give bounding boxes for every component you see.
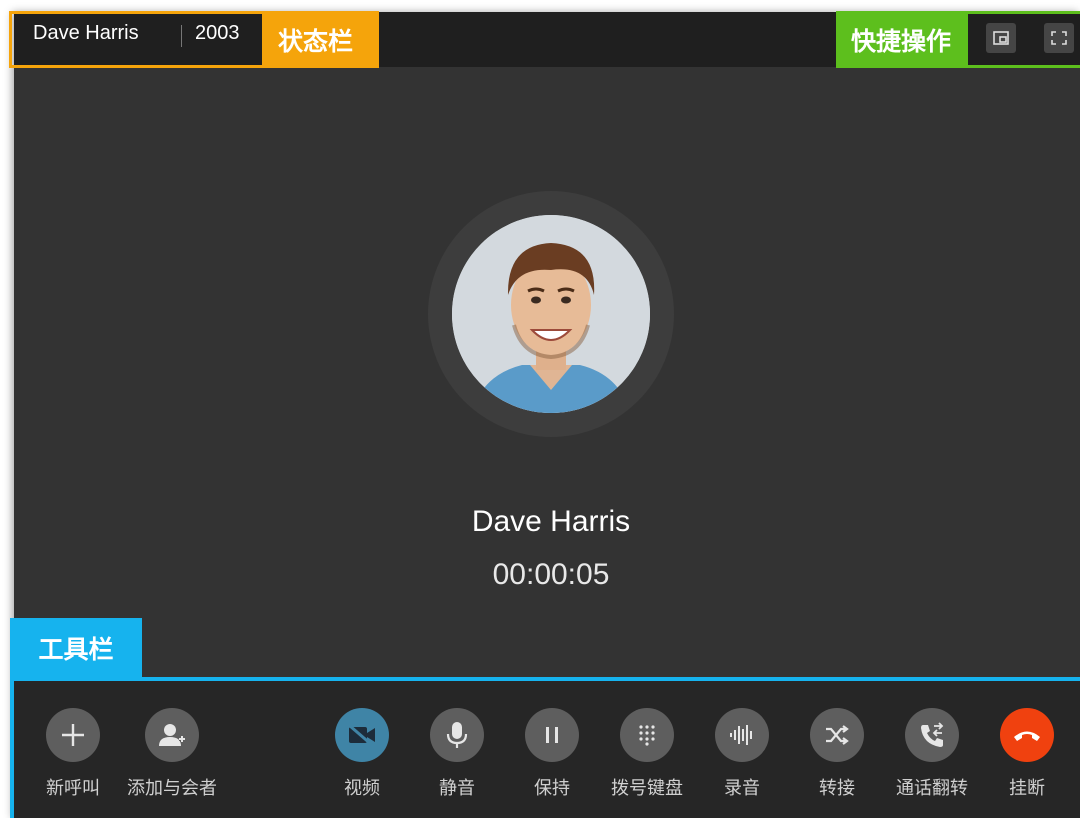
microphone-icon	[446, 722, 468, 748]
dialpad-label: 拨号键盘	[611, 778, 683, 798]
hold-label: 保持	[534, 778, 570, 798]
toolbar-highlight-left	[10, 677, 14, 818]
hold-button[interactable]: 保持	[507, 708, 597, 800]
status-separator	[181, 25, 182, 47]
plus-icon	[62, 724, 84, 746]
call-flip-label: 通话翻转	[896, 778, 968, 798]
transfer-label: 转接	[819, 778, 855, 798]
add-participant-icon	[159, 724, 185, 746]
picture-in-picture-button[interactable]	[986, 23, 1016, 53]
status-caller-name: Dave Harris	[33, 22, 139, 44]
fullscreen-button[interactable]	[1044, 23, 1074, 53]
status-bar-annotation: 状态栏	[262, 11, 379, 68]
callee-name: Dave Harris	[471, 505, 631, 538]
call-flip-button[interactable]: 通话翻转	[887, 708, 977, 800]
video-circle	[335, 708, 389, 762]
mute-button[interactable]: 静音	[412, 708, 502, 800]
quick-actions-annotation: 快捷操作	[836, 11, 966, 68]
hang-up-icon	[1014, 731, 1040, 741]
record-button[interactable]: 录音	[697, 708, 787, 800]
picture-in-picture-icon	[993, 31, 1009, 45]
dialpad-button[interactable]: 拨号键盘	[602, 708, 692, 800]
call-flip-icon	[921, 722, 944, 747]
video-label: 视频	[344, 778, 380, 798]
mute-label: 静音	[439, 778, 475, 798]
toolbar-annotation: 工具栏	[10, 618, 142, 678]
status-extension: 2003	[195, 22, 240, 44]
add-participant-button[interactable]: 添加与会者	[127, 708, 217, 800]
mute-circle	[430, 708, 484, 762]
video-off-icon	[349, 724, 375, 746]
dialpad-icon	[639, 725, 655, 746]
record-label: 录音	[724, 778, 760, 798]
hold-circle	[525, 708, 579, 762]
transfer-button[interactable]: 转接	[792, 708, 882, 800]
fullscreen-icon	[1051, 31, 1067, 45]
shuffle-icon	[826, 725, 849, 745]
add-participant-circle	[145, 708, 199, 762]
video-button[interactable]: 视频	[317, 708, 407, 800]
hang-up-circle	[1000, 708, 1054, 762]
new-call-button[interactable]: 新呼叫	[28, 708, 118, 800]
pause-icon	[546, 727, 558, 743]
transfer-circle	[810, 708, 864, 762]
dialpad-circle	[620, 708, 674, 762]
record-circle	[715, 708, 769, 762]
call-timer: 00:00:05	[492, 558, 610, 591]
toolbar-highlight-line	[10, 677, 1080, 681]
new-call-circle	[46, 708, 100, 762]
add-participant-label: 添加与会者	[127, 778, 217, 798]
contact-avatar	[452, 215, 650, 413]
sound-wave-icon	[730, 725, 752, 745]
hang-up-button[interactable]: 挂断	[982, 708, 1072, 800]
hang-up-label: 挂断	[1009, 778, 1045, 798]
call-flip-circle	[905, 708, 959, 762]
new-call-label: 新呼叫	[46, 778, 100, 798]
